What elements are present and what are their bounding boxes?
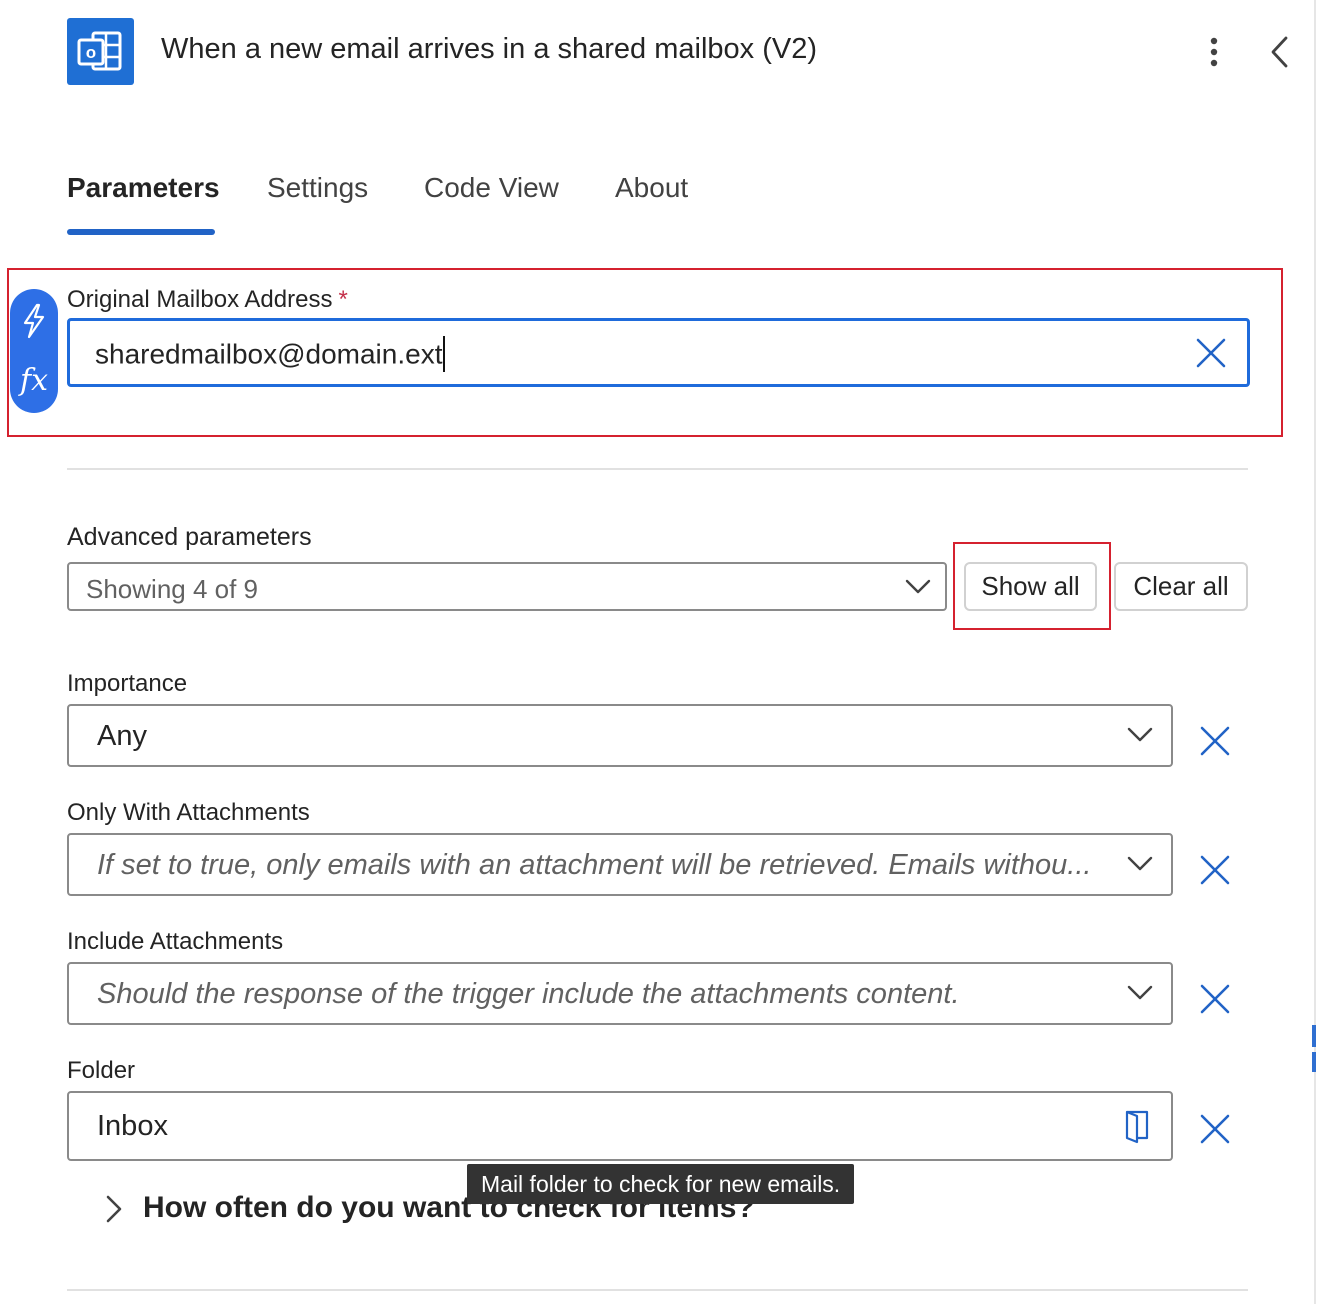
mailbox-address-value[interactable]: sharedmailbox@domain.ext: [95, 336, 446, 374]
trigger-title: When a new email arrives in a shared mai…: [161, 33, 817, 65]
advanced-parameters-value: Showing 4 of 9: [86, 574, 259, 604]
clear-icon[interactable]: [1195, 337, 1227, 369]
tab-code-view[interactable]: Code View: [424, 172, 559, 204]
remove-only-with-attachments-icon[interactable]: [1199, 854, 1231, 886]
token-picker[interactable]: fx: [10, 289, 58, 413]
scroll-marker: [1312, 1052, 1316, 1072]
chevron-down-icon: [1127, 985, 1153, 1000]
outlook-icon: o: [67, 18, 134, 85]
scroll-marker: [1312, 1025, 1316, 1047]
folder-input[interactable]: Inbox: [67, 1091, 1173, 1161]
advanced-parameters-dropdown[interactable]: Showing 4 of 9: [67, 562, 947, 611]
tab-settings[interactable]: Settings: [267, 172, 368, 204]
tab-about[interactable]: About: [615, 172, 688, 204]
section-divider: [67, 468, 1248, 470]
remove-folder-icon[interactable]: [1199, 1113, 1231, 1145]
chevron-down-icon: [1127, 856, 1153, 871]
panel-edge: [1314, 0, 1316, 1304]
required-indicator: *: [338, 286, 348, 313]
only-with-attachments-label: Only With Attachments: [67, 799, 310, 826]
remove-importance-icon[interactable]: [1199, 725, 1231, 757]
only-with-attachments-dropdown[interactable]: If set to true, only emails with an atta…: [67, 833, 1173, 896]
more-vertical-icon: [1210, 37, 1218, 67]
chevron-down-icon: [1127, 727, 1153, 742]
tab-parameters[interactable]: Parameters: [67, 172, 220, 204]
folder-picker-icon[interactable]: [1123, 1108, 1153, 1144]
importance-dropdown[interactable]: Any: [67, 704, 1173, 767]
collapse-panel-button[interactable]: [1264, 32, 1296, 72]
advanced-parameters-label: Advanced parameters: [67, 523, 312, 551]
bottom-divider: [67, 1289, 1248, 1291]
folder-tooltip: Mail folder to check for new emails.: [467, 1164, 855, 1204]
svg-text:o: o: [86, 43, 96, 62]
importance-value: Any: [97, 720, 147, 752]
lightning-icon[interactable]: [10, 303, 58, 344]
clear-all-button[interactable]: Clear all: [1114, 562, 1248, 611]
fx-icon[interactable]: fx: [10, 363, 58, 398]
chevron-left-icon: [1271, 36, 1288, 68]
include-attachments-label: Include Attachments: [67, 928, 284, 955]
mailbox-label: Original Mailbox Address *: [67, 286, 348, 313]
include-attachments-placeholder: Should the response of the trigger inclu…: [97, 978, 960, 1010]
folder-value: Inbox: [97, 1110, 168, 1142]
include-attachments-dropdown[interactable]: Should the response of the trigger inclu…: [67, 962, 1173, 1025]
more-options-button[interactable]: [1198, 34, 1230, 70]
only-with-attachments-placeholder: If set to true, only emails with an atta…: [97, 849, 1092, 881]
folder-label: Folder: [67, 1057, 136, 1084]
importance-label: Importance: [67, 670, 188, 697]
active-tab-indicator: [67, 229, 215, 235]
chevron-right-icon: [106, 1195, 122, 1223]
chevron-down-icon: [905, 579, 931, 594]
show-all-button[interactable]: Show all: [964, 562, 1097, 611]
text-caret: [443, 336, 446, 372]
remove-include-attachments-icon[interactable]: [1199, 983, 1231, 1015]
mailbox-address-input[interactable]: sharedmailbox@domain.ext: [67, 318, 1250, 387]
